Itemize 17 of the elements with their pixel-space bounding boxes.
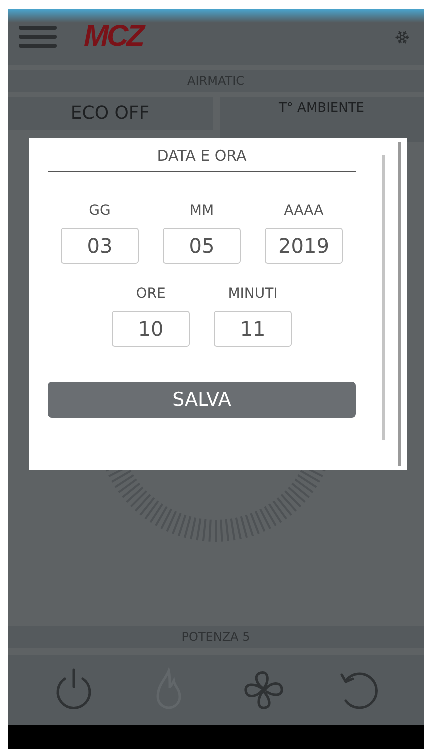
menu-icon[interactable]	[18, 25, 58, 49]
snowflake-icon[interactable]	[395, 30, 410, 44]
field-label: AAAA	[284, 203, 324, 219]
input-field[interactable]: 05	[163, 228, 241, 264]
field-label: MM	[190, 203, 214, 219]
input-field[interactable]: 10	[112, 311, 190, 347]
field-label: MINUTI	[228, 286, 278, 302]
input-field[interactable]: 11	[214, 311, 292, 347]
eco-status-cell: ECO OFF	[8, 97, 212, 130]
field-label: ORE	[136, 286, 166, 302]
save-button[interactable]: SALVA	[48, 382, 356, 418]
input-field[interactable]: 03	[61, 228, 139, 264]
input-field[interactable]: 2019	[265, 228, 343, 264]
field-label: GG	[89, 203, 111, 219]
temperature-cell: T° AMBIENTE	[220, 97, 424, 142]
dialog-title: DATA E ORA	[48, 147, 356, 172]
brand-logo: MCZ	[84, 20, 143, 54]
